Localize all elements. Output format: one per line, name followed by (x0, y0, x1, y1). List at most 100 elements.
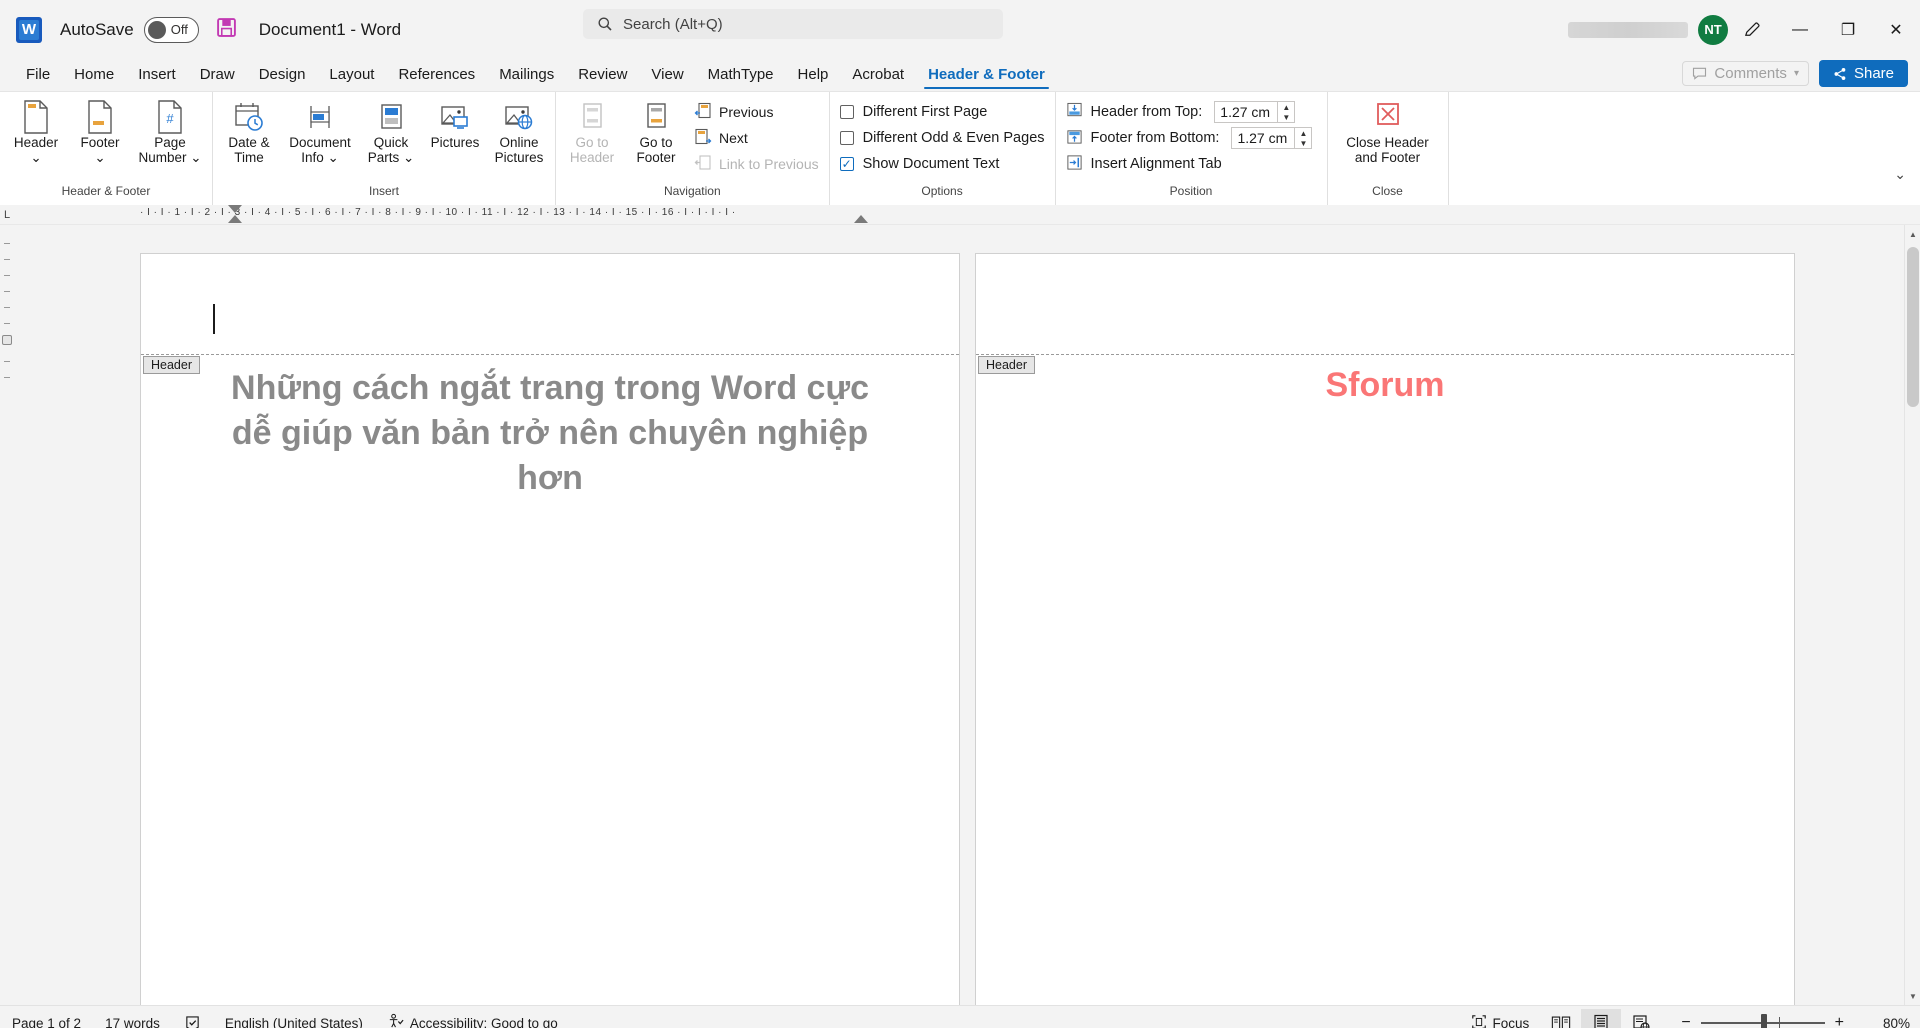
accessibility-status[interactable]: Accessibility: Good to go (375, 1006, 570, 1028)
pictures-button[interactable]: Pictures (423, 95, 487, 150)
autosave-toggle[interactable]: Off (143, 16, 199, 43)
zoom-in-button[interactable]: + (1825, 1014, 1854, 1028)
print-layout-icon[interactable] (1581, 1009, 1622, 1028)
different-odd-even-checkbox[interactable] (839, 131, 854, 145)
vertical-scrollbar[interactable]: ▲ ▼ (1904, 225, 1920, 1005)
tab-review[interactable]: Review (566, 63, 639, 91)
tab-references[interactable]: References (386, 63, 487, 91)
word-count[interactable]: 17 words (93, 1006, 172, 1028)
header-button[interactable]: Header ⌄ (4, 95, 68, 165)
header-from-top-label: Header from Top: (1090, 104, 1203, 120)
chevron-down-icon[interactable]: ▾ (1794, 68, 1799, 79)
header-from-top-spinner[interactable]: 1.27 cm ▲ ▼ (1214, 101, 1296, 123)
document-canvas[interactable]: Header Những cách ngắt trang trong Word … (0, 225, 1920, 1005)
quick-parts-button[interactable]: Quick Parts ⌄ (359, 95, 423, 165)
spin-down-icon[interactable]: ▼ (1299, 139, 1307, 148)
tab-design[interactable]: Design (247, 63, 318, 91)
vertical-margin-handle[interactable] (2, 335, 12, 345)
date-time-button[interactable]: Date & Time (217, 95, 281, 165)
close-button[interactable]: ✕ (1872, 8, 1920, 52)
tab-mathtype[interactable]: MathType (696, 63, 786, 91)
different-odd-even-row[interactable]: Different Odd & Even Pages (834, 125, 1051, 151)
tab-mailings[interactable]: Mailings (487, 63, 566, 91)
share-button[interactable]: Share (1818, 60, 1908, 87)
scrollbar-thumb[interactable] (1907, 247, 1919, 407)
first-line-indent-marker[interactable] (228, 205, 242, 213)
spin-down-icon[interactable]: ▼ (1282, 113, 1290, 122)
footer-chevron-icon[interactable]: ⌄ (94, 150, 105, 165)
save-icon[interactable] (216, 17, 237, 42)
footer-button[interactable]: Footer ⌄ (68, 95, 132, 165)
zoom-thumb[interactable] (1760, 1014, 1767, 1028)
page-number-label-2[interactable]: Number ⌄ (138, 150, 201, 165)
tab-file[interactable]: File (14, 63, 62, 91)
close-header-footer-button[interactable]: Close Header and Footer (1332, 95, 1444, 165)
online-pictures-button[interactable]: Online Pictures (487, 95, 551, 165)
insert-alignment-tab-row[interactable]: Insert Alignment Tab (1060, 151, 1319, 177)
footer-from-bottom-spinner[interactable]: 1.27 cm ▲ ▼ (1231, 127, 1313, 149)
tab-view[interactable]: View (639, 63, 695, 91)
zoom-slider[interactable]: − + (1671, 1014, 1854, 1028)
show-document-text-row[interactable]: Show Document Text (834, 151, 1051, 177)
document-info-label-2[interactable]: Info ⌄ (301, 150, 339, 165)
pen-icon[interactable] (1728, 8, 1776, 52)
zoom-level[interactable]: 80% (1864, 1016, 1910, 1028)
page2-header-text[interactable]: Sforum (976, 366, 1794, 405)
link-to-previous-button[interactable]: Link to Previous (688, 151, 825, 177)
footer-from-bottom-arrows[interactable]: ▲ ▼ (1295, 127, 1313, 149)
comments-button[interactable]: Comments ▾ (1682, 61, 1809, 86)
different-first-page-row[interactable]: Different First Page (834, 99, 1051, 125)
tab-acrobat[interactable]: Acrobat (840, 63, 916, 91)
restore-button[interactable]: ❐ (1824, 8, 1872, 52)
tab-help[interactable]: Help (786, 63, 841, 91)
header-from-top-value[interactable]: 1.27 cm (1214, 101, 1279, 123)
horizontal-ruler[interactable]: L · I · I · 1 · I · 2 · I · 3 · I · 4 · … (0, 205, 1920, 225)
word-logo-icon: W (16, 16, 42, 43)
focus-button[interactable]: Focus (1459, 1006, 1542, 1028)
chevron-down-icon[interactable]: ⌄ (1894, 166, 1906, 183)
scroll-up-icon[interactable]: ▲ (1905, 225, 1920, 243)
zoom-out-button[interactable]: − (1671, 1014, 1700, 1028)
language-status[interactable]: English (United States) (213, 1006, 375, 1028)
quick-parts-label-1: Quick (373, 135, 409, 150)
avatar[interactable]: NT (1698, 14, 1728, 45)
next-label: Next (719, 130, 748, 146)
spin-up-icon[interactable]: ▲ (1282, 103, 1290, 112)
scroll-down-icon[interactable]: ▼ (1905, 987, 1920, 1005)
header-chevron-icon[interactable]: ⌄ (30, 150, 41, 165)
tab-header-footer[interactable]: Header & Footer (916, 63, 1057, 91)
page-1[interactable]: Header Những cách ngắt trang trong Word … (140, 253, 960, 1005)
page1-body-title[interactable]: Những cách ngắt trang trong Word cực dễ … (221, 366, 879, 501)
accessibility-icon (387, 1013, 404, 1028)
quick-parts-icon (376, 99, 406, 135)
quick-parts-label-2[interactable]: Parts ⌄ (368, 150, 415, 165)
page-2[interactable]: Header Sforum (975, 253, 1795, 1005)
document-info-button[interactable]: Document Info ⌄ (281, 95, 359, 165)
pictures-label-1: Pictures (430, 135, 480, 150)
page-info[interactable]: Page 1 of 2 (0, 1006, 93, 1028)
right-indent-marker[interactable] (854, 215, 868, 223)
show-document-text-checkbox[interactable] (839, 157, 854, 171)
different-first-page-checkbox[interactable] (839, 105, 854, 119)
minimize-button[interactable]: — (1776, 8, 1824, 52)
search-input[interactable]: Search (Alt+Q) (583, 9, 1003, 39)
tab-home[interactable]: Home (62, 63, 126, 91)
tab-insert[interactable]: Insert (126, 63, 188, 91)
goto-footer-button[interactable]: Go to Footer (624, 95, 688, 165)
read-mode-icon[interactable] (1541, 1009, 1581, 1028)
spin-up-icon[interactable]: ▲ (1299, 129, 1307, 138)
tab-selector-button[interactable]: L (0, 209, 14, 221)
header-from-top-arrows[interactable]: ▲ ▼ (1278, 101, 1296, 123)
page-number-button[interactable]: # Page Number ⌄ (132, 95, 208, 165)
next-button[interactable]: Next (688, 125, 825, 151)
footer-from-bottom-value[interactable]: 1.27 cm (1231, 127, 1296, 149)
web-layout-icon[interactable] (1621, 1009, 1661, 1028)
navigation-small-buttons: Previous Next Link to Previous (688, 95, 825, 177)
hanging-indent-marker[interactable] (228, 215, 242, 223)
previous-button[interactable]: Previous (688, 99, 825, 125)
zoom-track[interactable] (1700, 1014, 1825, 1028)
proofing-icon[interactable] (172, 1006, 213, 1028)
tab-draw[interactable]: Draw (188, 63, 247, 91)
goto-header-button[interactable]: Go to Header (560, 95, 624, 165)
tab-layout[interactable]: Layout (317, 63, 386, 91)
